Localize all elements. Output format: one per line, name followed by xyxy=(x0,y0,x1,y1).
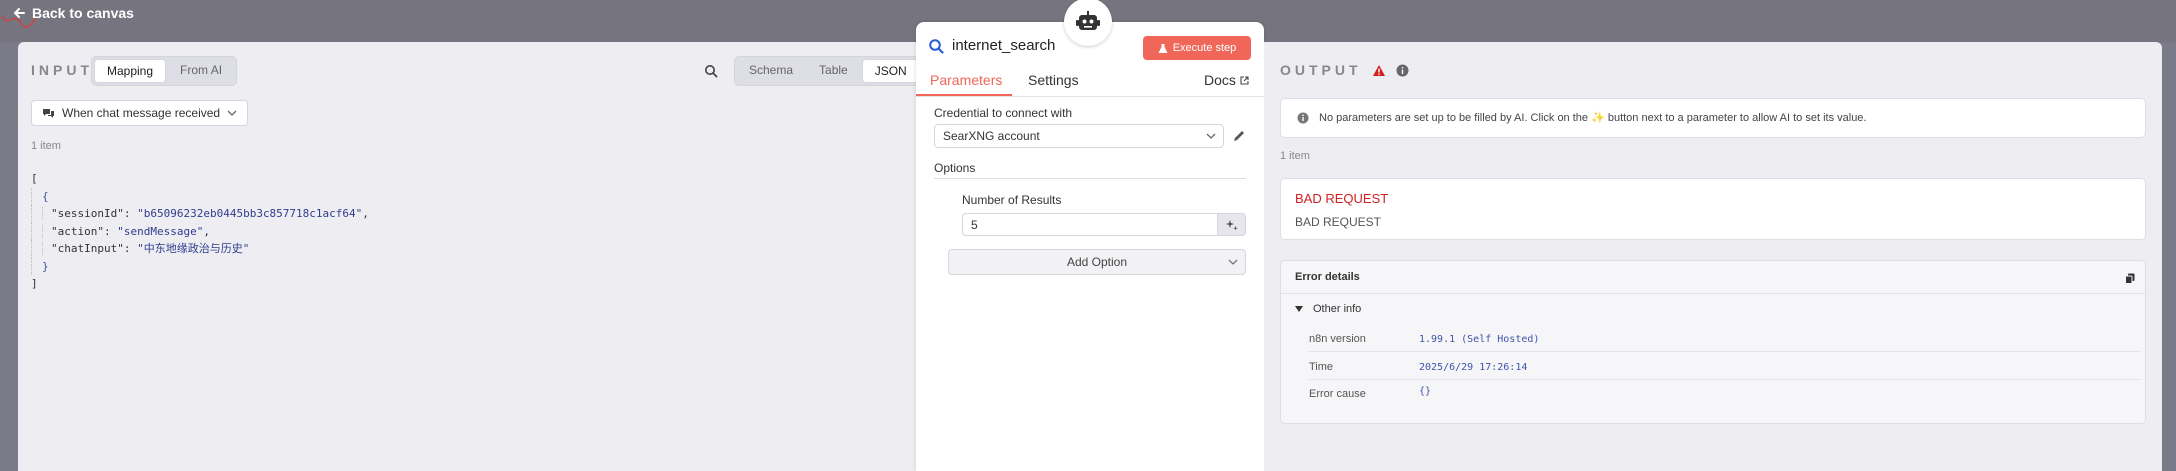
back-to-canvas-button[interactable]: Back to canvas xyxy=(12,5,134,21)
error-title: BAD REQUEST xyxy=(1295,191,1389,206)
error-details-box: Error details Other info n8n version 1.9… xyxy=(1280,260,2146,424)
json-close-bracket: ] xyxy=(31,277,38,290)
output-header: OUTPUT xyxy=(1280,62,1409,78)
chevron-down-icon xyxy=(1206,133,1216,139)
info-icon xyxy=(1297,112,1309,123)
view-json[interactable]: JSON xyxy=(861,59,920,83)
credential-label: Credential to connect with xyxy=(934,106,1073,120)
node-parameters-panel: internet_search Execute step Parameters … xyxy=(916,22,1264,471)
ai-info-banner: No parameters are set up to be filled by… xyxy=(1280,98,2146,138)
ai-info-message: No parameters are set up to be filled by… xyxy=(1319,112,1867,124)
search-icon[interactable] xyxy=(704,64,718,78)
search-icon xyxy=(929,39,944,54)
input-title: INPUT xyxy=(31,62,93,78)
tab-settings[interactable]: Settings xyxy=(1028,72,1079,88)
output-title: OUTPUT xyxy=(1280,62,1362,78)
arrow-left-icon xyxy=(13,8,25,18)
json-row: "action": "sendMessage", xyxy=(31,222,369,240)
source-node-label: When chat message received xyxy=(62,106,221,120)
view-table[interactable]: Table xyxy=(807,59,860,83)
json-open-brace: { xyxy=(42,189,49,203)
back-label: Back to canvas xyxy=(32,5,134,21)
other-info-toggle[interactable]: Other info xyxy=(1295,303,1361,315)
json-viewer: [ { "sessionId": "b65096232eb0445bb3c857… xyxy=(31,170,369,293)
add-option-label: Add Option xyxy=(1066,255,1128,269)
chevron-down-icon xyxy=(1228,259,1238,265)
chevron-down-icon xyxy=(1295,306,1303,312)
num-results-label: Number of Results xyxy=(962,193,1062,207)
node-icon-badge xyxy=(1064,0,1112,46)
add-option-button[interactable]: Add Option xyxy=(948,249,1246,275)
output-item-count: 1 item xyxy=(1280,150,1310,162)
execute-step-button[interactable]: Execute step xyxy=(1143,36,1251,60)
robot-icon xyxy=(1076,11,1100,30)
detail-value: 1.99.1 (Self Hosted) xyxy=(1419,334,1540,345)
mode-mapping[interactable]: Mapping xyxy=(94,59,167,83)
error-box: BAD REQUEST BAD REQUEST xyxy=(1280,178,2146,240)
error-details-title: Error details xyxy=(1295,271,1360,283)
chevron-down-icon xyxy=(227,110,237,116)
warning-icon xyxy=(1372,64,1385,76)
other-info-label: Other info xyxy=(1313,303,1362,315)
options-label: Options xyxy=(934,161,976,175)
view-schema[interactable]: Schema xyxy=(737,59,805,83)
ai-fill-button[interactable] xyxy=(1218,213,1246,236)
num-results-input[interactable]: 5 xyxy=(962,213,1218,236)
error-subtitle: BAD REQUEST xyxy=(1295,215,1382,229)
flask-icon xyxy=(1158,43,1168,53)
docs-label: Docs xyxy=(1204,72,1236,88)
output-panel: OUTPUT No parameters are set up to be fi… xyxy=(1264,42,2162,471)
view-toggle: Schema Table JSON xyxy=(734,56,923,86)
mode-from-ai[interactable]: From AI xyxy=(168,59,234,83)
input-item-count: 1 item xyxy=(31,140,61,152)
docs-link[interactable]: Docs xyxy=(1204,72,1249,88)
num-results-value: 5 xyxy=(971,217,978,232)
input-panel: INPUT Mapping From AI Schema Table JSON … xyxy=(18,42,923,471)
json-row: "chatInput": "中东地缘政治与历史" xyxy=(31,240,369,258)
external-link-icon xyxy=(1240,75,1249,85)
source-node-select[interactable]: When chat message received xyxy=(31,100,249,126)
pencil-icon[interactable] xyxy=(1232,129,1246,143)
detail-key: n8n version xyxy=(1309,333,1366,345)
detail-value: {} xyxy=(1419,386,1432,397)
detail-key: Time xyxy=(1309,361,1334,373)
tab-parameters[interactable]: Parameters xyxy=(930,72,1002,88)
sparkle-icon xyxy=(1225,219,1238,230)
input-mode-toggle: Mapping From AI xyxy=(91,56,238,86)
json-open-bracket: [ xyxy=(31,172,38,185)
json-row: "sessionId": "b65096232eb0445bb3c857718c… xyxy=(31,205,369,223)
info-icon[interactable] xyxy=(1396,64,1409,77)
credential-value: SearXNG account xyxy=(943,129,1040,143)
chat-icon xyxy=(43,109,54,118)
detail-key: Error cause xyxy=(1309,388,1366,400)
credential-select[interactable]: SearXNG account xyxy=(934,124,1224,148)
copy-icon[interactable] xyxy=(2125,273,2135,284)
detail-value: 2025/6/29 17:26:14 xyxy=(1419,362,1528,373)
active-tab-indicator xyxy=(916,94,1012,96)
json-close-brace: } xyxy=(42,259,49,273)
node-name[interactable]: internet_search xyxy=(952,37,1055,54)
execute-step-label: Execute step xyxy=(1172,42,1237,54)
